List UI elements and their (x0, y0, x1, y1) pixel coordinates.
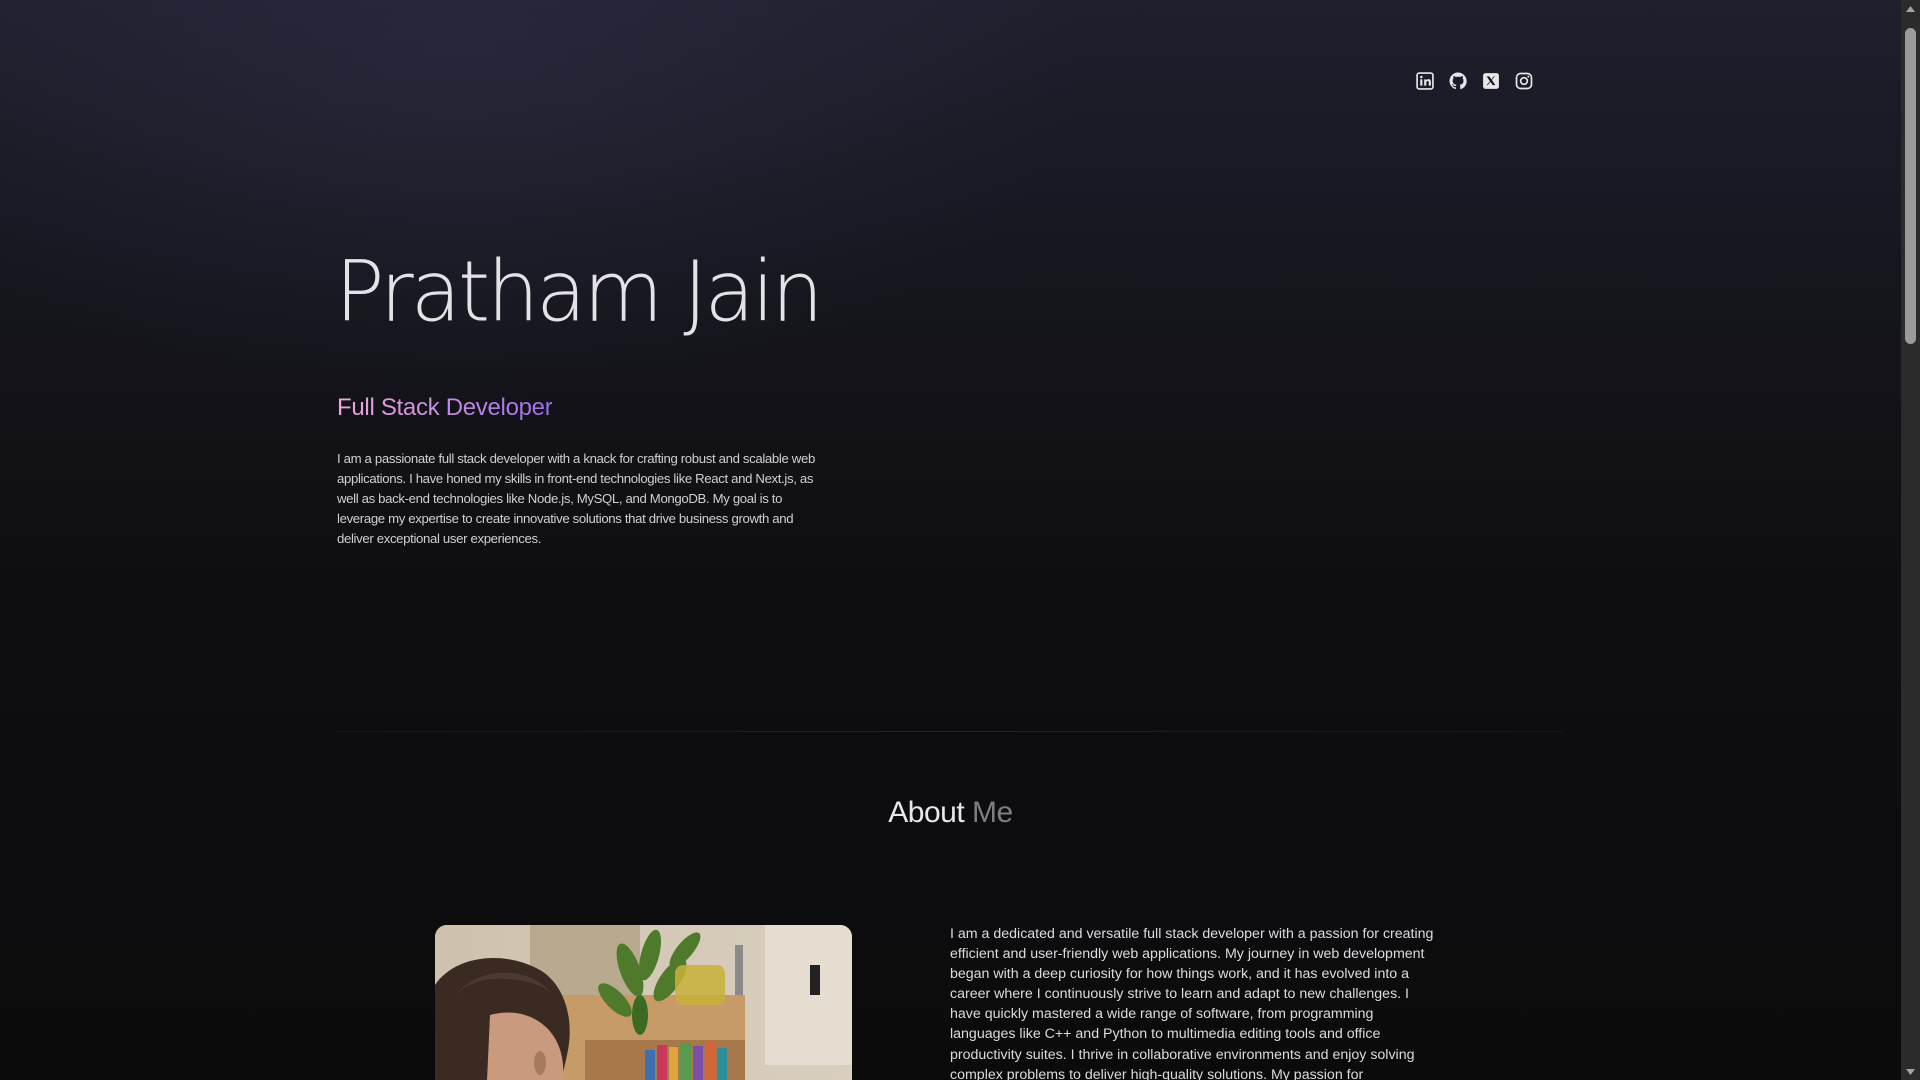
linkedin-icon (1416, 72, 1434, 90)
books (645, 1042, 727, 1080)
hero-description: I am a passionate full stack developer w… (337, 451, 815, 547)
instagram-icon (1515, 72, 1533, 90)
profile-photo-image (435, 925, 852, 1080)
chevron-up-icon (1906, 5, 1915, 12)
hero-name: Pratham Jain (335, 244, 823, 341)
about-title-muted: Me (972, 796, 1013, 829)
scrollbar-thumb[interactable] (1905, 28, 1916, 344)
portfolio-page: Pratham Jain Full Stack Developer I am a… (0, 0, 1901, 1080)
about-description: I am a dedicated and versatile full stac… (950, 926, 1434, 1080)
chevron-down-icon (1906, 1068, 1915, 1075)
github-link[interactable] (1448, 71, 1468, 91)
social-links (1415, 71, 1534, 91)
about-section-title: About Me (0, 796, 1901, 830)
instagram-link[interactable] (1514, 71, 1534, 91)
x-twitter-icon (1483, 73, 1499, 89)
github-icon (1449, 72, 1467, 90)
scroll-up-button[interactable] (1901, 0, 1920, 17)
scroll-down-button[interactable] (1901, 1063, 1920, 1080)
profile-photo (435, 925, 852, 1080)
x-twitter-link[interactable] (1481, 71, 1501, 91)
linkedin-link[interactable] (1415, 71, 1435, 91)
section-divider (337, 731, 1563, 732)
hero-role: Full Stack Developer (337, 394, 553, 421)
vertical-scrollbar[interactable] (1901, 0, 1920, 1080)
about-title-main: About (888, 796, 965, 829)
